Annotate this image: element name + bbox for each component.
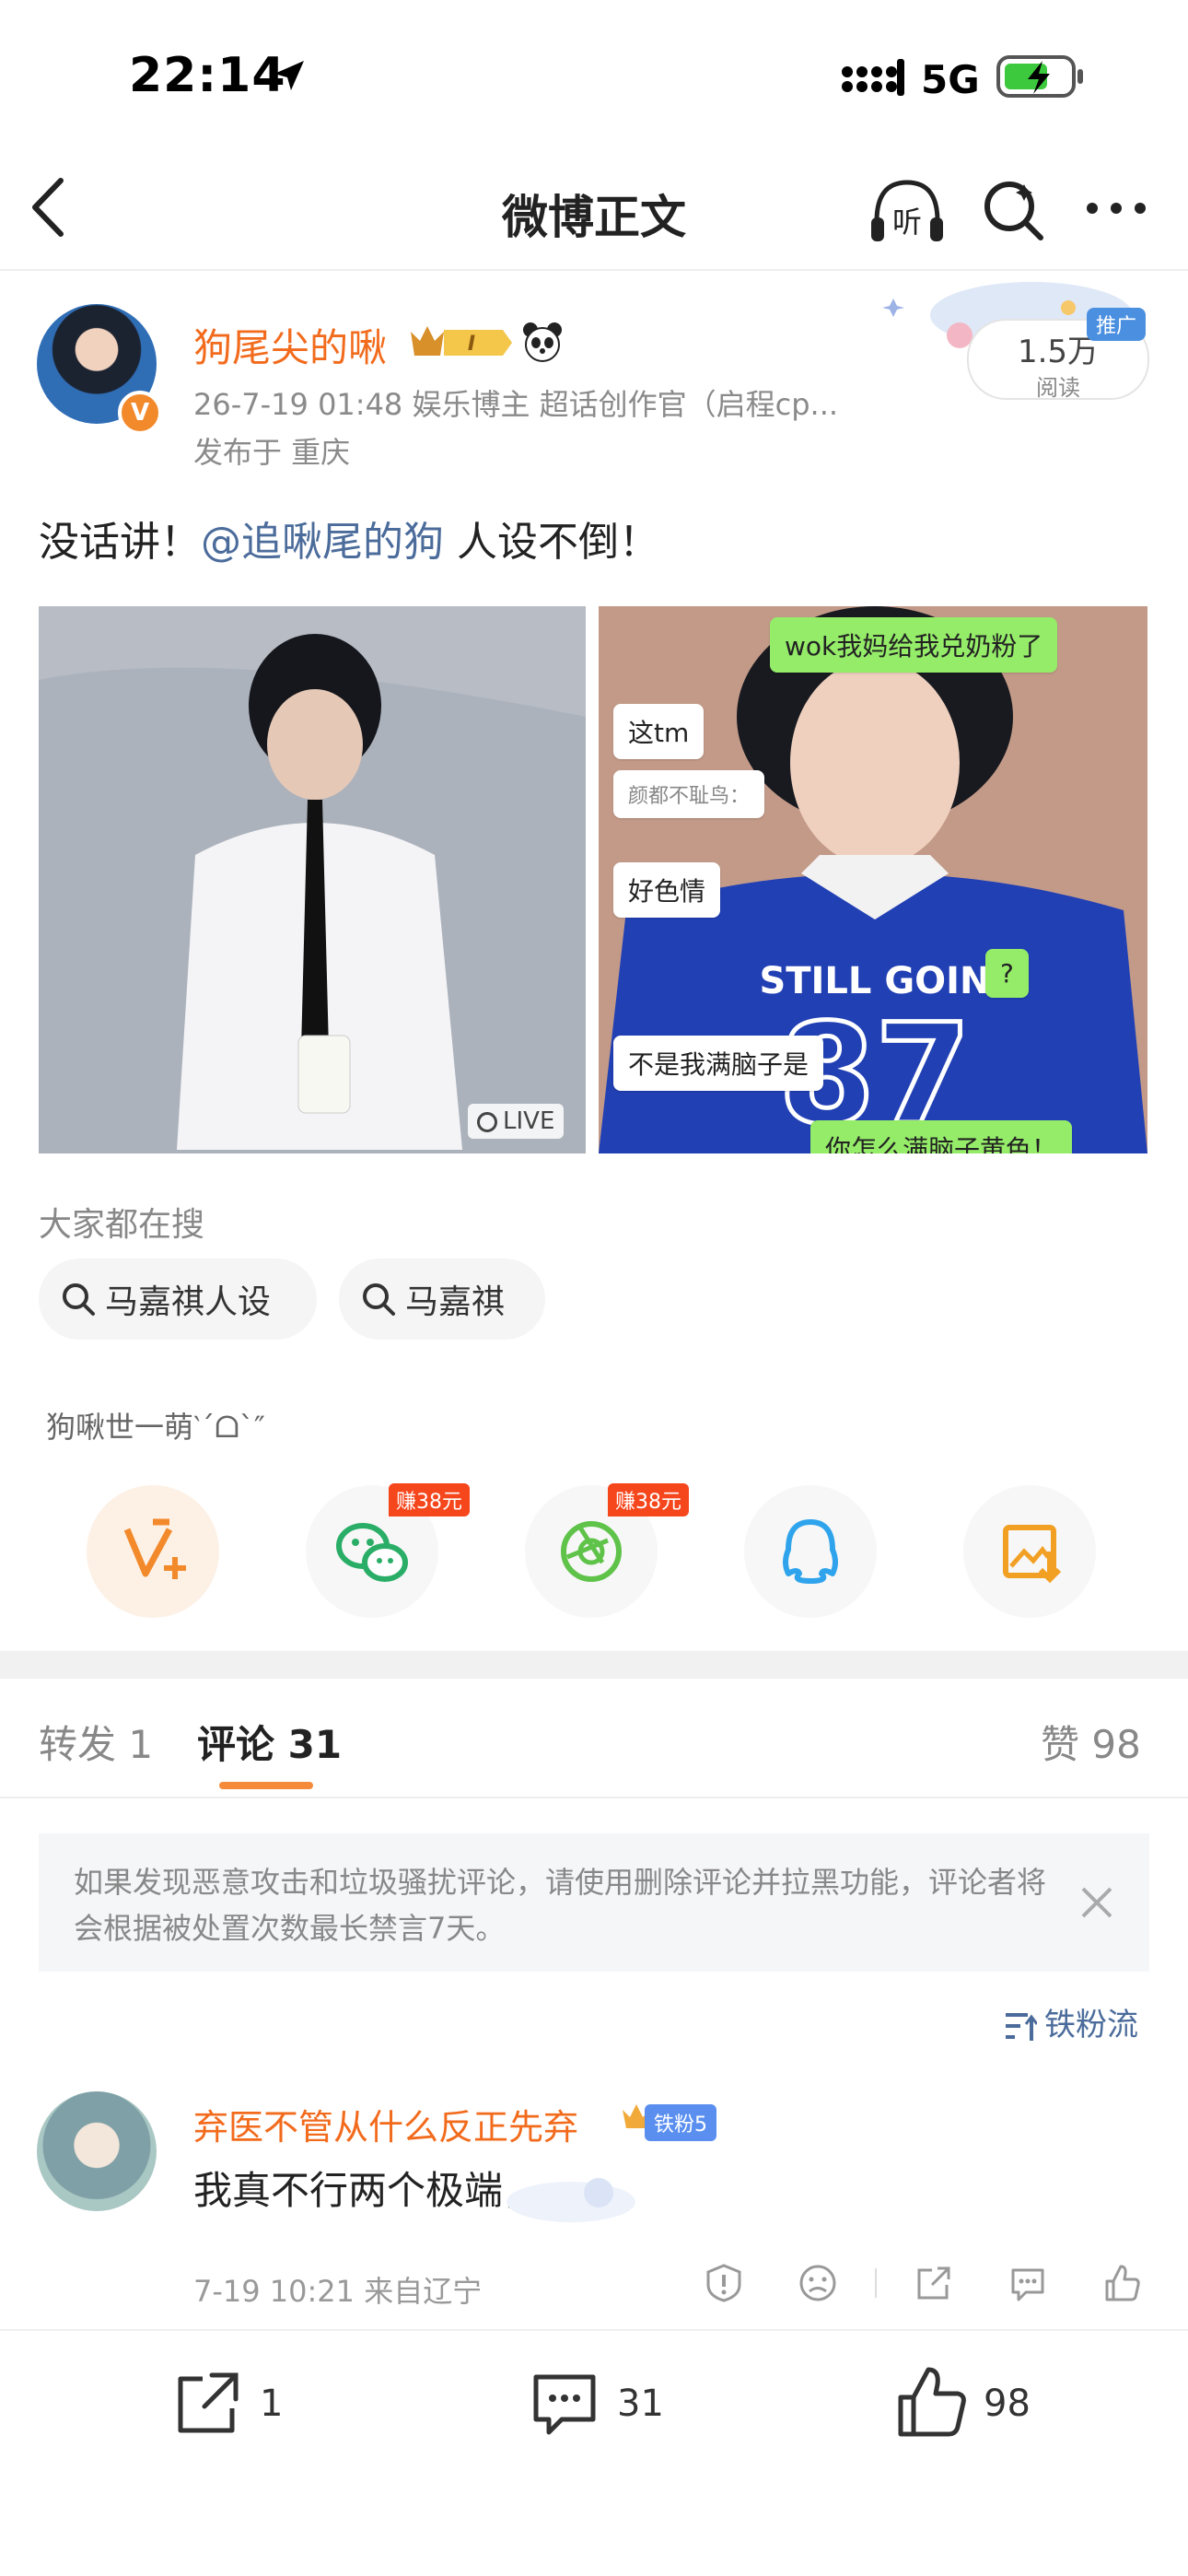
vplus-icon [123,1518,186,1579]
repost-count: 1 [260,2383,284,2425]
search-button[interactable] [980,177,1046,243]
post-image-live[interactable] [39,606,586,1153]
search-chip-label: 马嘉祺人设 [105,1283,272,1321]
chat-bubble: ? [985,949,1029,998]
like-count: 98 [984,2383,1031,2425]
post-image-chat[interactable]: STILL GOIN 87 wok我妈给我兑奶粉了 这tm 颜都不耻鸟： 好色情… [599,606,1147,1153]
chat-bubble: 你怎么满脑子黄色！ [810,1120,1073,1153]
chat-bubble: 颜都不耻鸟： [613,770,765,818]
comment-notice: 如果发现恶意攻击和垃圾骚扰评论，请使用删除评论并拉黑功能，评论者将会根据被处置次… [39,1833,1149,1972]
section-divider [0,1651,1188,1679]
post-text-prefix: 没话讲！ [39,519,201,566]
trending-search-label: 大家都在搜 [39,1206,205,1244]
report-icon[interactable] [704,2263,744,2303]
search-chip-label: 马嘉祺 [405,1283,506,1321]
tabs-divider [0,1797,1188,1798]
listen-label: 听 [892,205,922,240]
sort-button[interactable]: 铁粉流 [1004,1999,1138,2044]
active-tab-indicator [219,1782,313,1789]
mention-link[interactable]: @追啾尾的狗 [201,519,444,566]
bottom-like-button[interactable] [893,2364,971,2441]
bottom-comment-button[interactable] [529,2368,600,2440]
read-label: 阅读 [1036,375,1080,401]
save-image-icon [1003,1525,1062,1584]
comment-icon [533,2374,596,2435]
live-photo-badge: LIVE [468,1104,565,1139]
notice-text: 如果发现恶意攻击和垃圾骚扰评论，请使用删除评论并拉黑功能，评论者将会根据被处置次… [74,1865,1047,1946]
search-icon [61,1282,96,1317]
signal-icon [840,59,904,96]
repost-icon [178,2372,239,2433]
share-save-image-button[interactable] [963,1485,1096,1618]
chat-bubble: 不是我满脑子是 [613,1036,824,1091]
more-button[interactable] [1085,201,1147,216]
live-label: LIVE [503,1107,555,1135]
search-chip[interactable]: 马嘉祺 [339,1259,545,1340]
comment-sticker-decoration [497,2165,645,2230]
share-caption: 狗啾世一萌‵´ᗝ`″ [46,1410,265,1445]
panda-icon [521,321,564,363]
status-time: 22:14 [129,48,286,103]
comment-like-icon[interactable] [1101,2263,1142,2303]
battery-icon [996,55,1085,98]
chat-bubble: wok我妈给我兑奶粉了 [770,617,1058,673]
comment-share-icon[interactable] [914,2263,954,2303]
ad-tag: 推广 [1087,308,1147,341]
tab-comments[interactable]: 评论 31 [197,1714,342,1770]
post-meta: 26-7-19 01:48 娱乐博主 超话创作官（启程cp... [193,387,839,422]
commenter-avatar[interactable] [37,2091,157,2211]
search-chip[interactable]: 马嘉祺人设 [39,1259,317,1340]
post-text-suffix: 人设不倒！ [444,519,659,566]
fan-level-badge: 铁粉5 [645,2104,716,2141]
earn-badge: 赚38元 [608,1483,689,1516]
comment-divider [0,2329,1188,2331]
commenter-name[interactable]: 弃医不管从什么反正先弃 [193,2099,578,2149]
share-vplus-button[interactable] [87,1485,219,1618]
chat-bubble: 好色情 [613,862,721,918]
live-icon [477,1111,497,1132]
member-crown-icon: I [407,321,516,363]
comment-reply-icon[interactable] [1007,2263,1048,2303]
listen-button[interactable]: 听 [868,175,947,249]
svg-text:I: I [468,333,475,356]
bottom-repost-button[interactable] [171,2368,243,2440]
location-arrow-icon [271,57,308,94]
comment-count: 31 [617,2383,664,2425]
post-text: 没话讲！@追啾尾的狗 人设不倒！ [39,509,659,568]
sort-label: 铁粉流 [1044,2007,1138,2043]
earn-badge: 赚38元 [389,1483,470,1516]
chat-bubble: 这tm [613,704,705,759]
tab-likes[interactable]: 赞 98 [1041,1714,1141,1770]
comment-text: 我真不行两个极端， [193,2168,542,2213]
search-icon [361,1282,396,1317]
close-icon[interactable] [1079,1885,1114,1920]
action-separator [875,2268,877,2298]
qq-icon [783,1519,838,1584]
author-name[interactable]: 狗尾尖的啾 [193,317,387,373]
like-icon [898,2367,966,2437]
post-location: 发布于 重庆 [193,435,351,470]
verified-badge-icon: V [118,391,162,435]
tab-repost[interactable]: 转发 1 [39,1714,153,1770]
dislike-face-icon[interactable] [798,2263,838,2303]
comment-meta: 7-19 10:21 来自辽宁 [193,2274,483,2309]
sort-icon [1004,2011,1037,2043]
share-qq-button[interactable] [744,1485,877,1618]
network-type: 5G [921,57,980,102]
